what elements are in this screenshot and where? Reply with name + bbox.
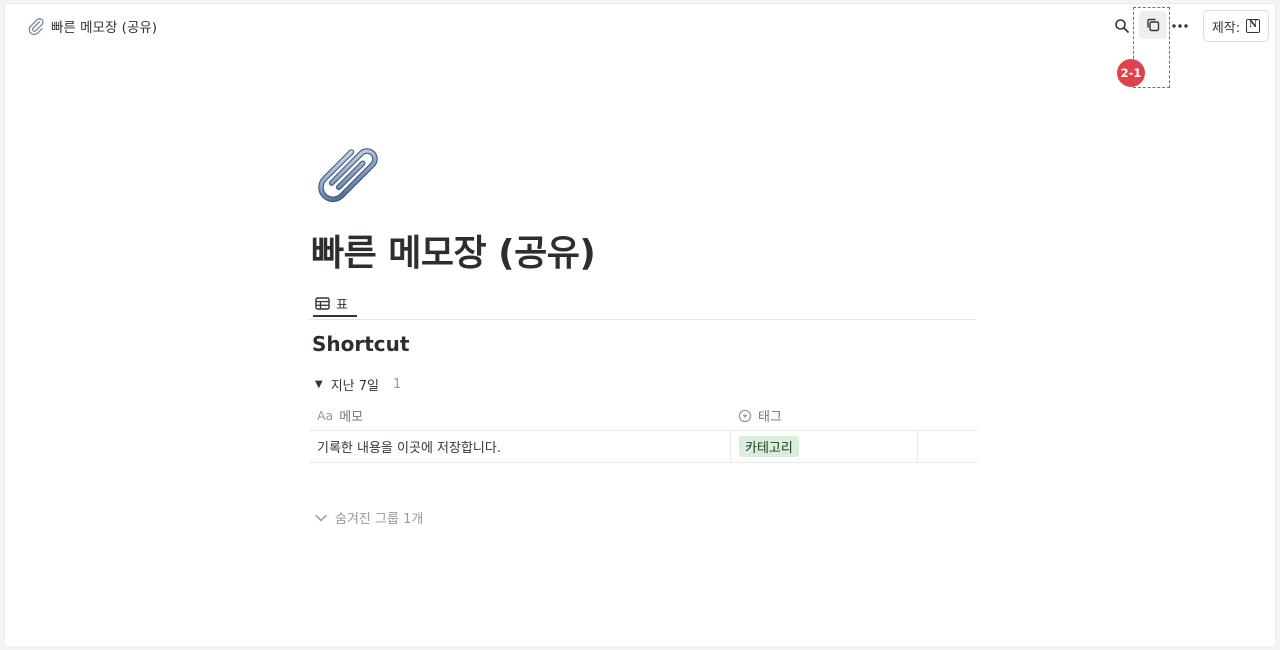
column-header-label: 태그 [758,410,782,425]
memo-cell[interactable]: 기록한 내용을 이곳에 저장합니다. [309,431,730,462]
view-tab-label: 표 [336,298,348,313]
column-header-label: 메모 [339,410,364,425]
column-header-empty [918,401,978,430]
page-title[interactable]: 빠른 메모장 (공유) [311,224,596,276]
hidden-groups-label: 숨겨진 그룹 1개 [335,512,424,527]
hidden-groups-toggle[interactable]: 숨겨진 그룹 1개 [315,508,423,527]
table-row[interactable]: 기록한 내용을 이곳에 저장합니다. 카테고리 [309,431,978,463]
breadcrumb[interactable]: 빠른 메모장 (공유) [23,14,161,38]
notion-logo-icon: N [1246,19,1261,33]
breadcrumb-label: 빠른 메모장 (공유) [51,20,158,36]
paperclip-icon [318,148,378,202]
tag-badge: 카테고리 [739,436,799,457]
group-header-last-7-days[interactable]: ▼ 지난 7일 1 [315,375,401,394]
more-button[interactable] [1168,14,1192,38]
paperclip-icon [28,18,44,35]
view-tab-underline [313,315,357,317]
column-header-memo[interactable]: Aa 메모 [309,401,730,430]
notion-page-frame: 빠른 메모장 (공유) 제작: N 2-1 빠른 메모장 (공유) 표 Shor… [4,3,1276,647]
column-header-tag[interactable]: 태그 [730,401,918,430]
select-icon [738,409,752,422]
group-label: 지난 7일 [330,379,379,394]
divider [309,319,976,320]
collapse-triangle-icon[interactable]: ▼ [315,379,323,390]
annotation-badge: 2-1 [1117,59,1145,87]
chevron-down-icon [315,514,327,522]
empty-cell[interactable] [918,431,978,462]
group-count: 1 [393,377,402,392]
more-icon [1172,24,1188,28]
table-header: Aa 메모 태그 [309,401,978,431]
database-title[interactable]: Shortcut [312,332,409,356]
tag-cell[interactable]: 카테고리 [730,431,918,462]
title-property-icon: Aa [317,408,334,423]
table-icon [315,297,330,310]
made-with-label: 제작: [1211,20,1241,36]
search-icon [1115,19,1129,33]
made-with-notion-button[interactable]: 제작: N [1203,10,1269,42]
database-table: Aa 메모 태그 기록한 내용을 이곳에 저장합니다. 카테고리 [309,401,978,463]
view-tab-table[interactable]: 표 [315,294,348,313]
topbar: 빠른 메모장 (공유) 제작: N [5,4,1275,46]
search-button[interactable] [1110,14,1134,38]
